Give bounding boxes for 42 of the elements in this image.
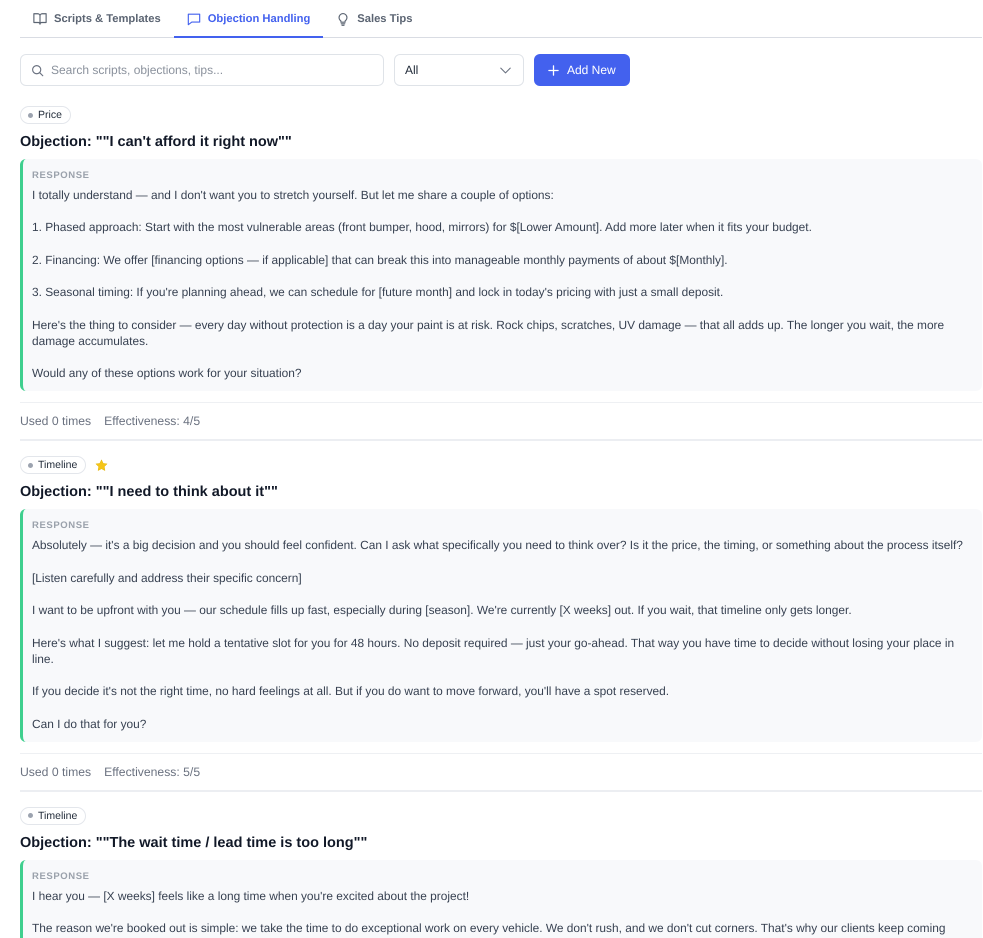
response-text: [Listen carefully and address their specific concern] — [32, 570, 303, 586]
book-icon — [33, 12, 47, 26]
lightbulb-icon — [336, 12, 350, 26]
response-label: RESPONSE — [32, 870, 91, 883]
response-text: Absolutely — it's a big decision and you should feel confident. Can I ask what specifically you need to think over? Is it the price, the timing, or something about the process itself? — [32, 537, 964, 554]
category-tag: Price — [20, 106, 71, 124]
response-text: 1. Phased approach: Start with the most vulnerable areas (front bumper, hood, mirrors) for $[Lower Amount]. Add more later when it fits your budget. — [32, 219, 813, 236]
objection-title: Objection: ""I can't afford it right now"" — [20, 133, 293, 152]
response-text: If you decide it's not the right time, no hard feelings at all. But if you do want to move forward, you'll have a spot reserved. — [32, 683, 670, 700]
response-text: Can I do that for you? — [32, 716, 148, 732]
response-text: The reason we're booked out is simple: we take the time to do exceptional work on every vehicle. We don't rush, and we don't cut corners. That's why our clients keep coming — [32, 920, 946, 936]
chevron-down-icon — [500, 66, 511, 74]
response-text: Here's what I suggest: let me hold a tentative slot for you for 48 hours. No deposit required — just your go-ahead. That way you have time to decide without losing your place in line. — [32, 634, 956, 667]
category-tag: Timeline — [20, 456, 86, 474]
plus-icon — [548, 64, 559, 76]
response-text: I want to be upfront with you — our schedule fills up fast, especially during [season]. We're currently [X weeks] out. If you wait, that timeline only gets longer. — [32, 602, 853, 618]
response-text: I totally understand — and I don't want you to stretch yourself. But let me share a couple of options: — [32, 187, 555, 204]
response-text: I hear you — [X weeks] feels like a long time when you're excited about the project! — [32, 888, 470, 904]
tab[interactable]: Scripts & Templates — [20, 2, 174, 38]
tab[interactable]: Sales Tips — [323, 2, 426, 38]
objection-title: Objection: ""The wait time / lead time is too long"" — [20, 834, 368, 853]
response-text: 3. Seasonal timing: If you're planning ahead, we can schedule for [future month] and lock in today's pricing with just a small deposit. — [32, 284, 724, 300]
response-text: Would any of these options work for your situation? — [32, 365, 302, 382]
search-icon — [31, 64, 44, 77]
response-label: RESPONSE — [32, 170, 91, 182]
filter-dropdown[interactable]: All — [394, 54, 524, 86]
usage-count: Used 0 times — [20, 413, 92, 430]
add-new-button[interactable]: Add New — [534, 54, 630, 86]
dot-icon — [28, 462, 33, 468]
category-tag: Timeline — [20, 806, 86, 825]
chat-icon — [186, 12, 201, 26]
effectiveness-rating: Effectiveness: 4/5 — [104, 413, 200, 430]
response-label: RESPONSE — [32, 520, 91, 532]
search-field[interactable]: Search scripts, objections, tips... — [20, 54, 384, 86]
objection-title: Objection: ""I need to think about it"" — [20, 483, 279, 502]
usage-count: Used 0 times — [20, 764, 92, 780]
response-text: Here's the thing to consider — every day without protection is a day your paint is at risk. Rock chips, scratches, UV damage — that all adds up. The longer you wait, the more damage accumulates. — [32, 316, 946, 349]
dot-icon — [28, 112, 33, 118]
tab[interactable]: Objection Handling — [174, 2, 324, 38]
dot-icon — [28, 813, 33, 818]
response-text: 2. Financing: We offer [financing options — if applicable] that can break this into manageable monthly payments of about $[Monthly]. — [32, 252, 729, 268]
effectiveness-rating: Effectiveness: 5/5 — [104, 764, 200, 780]
